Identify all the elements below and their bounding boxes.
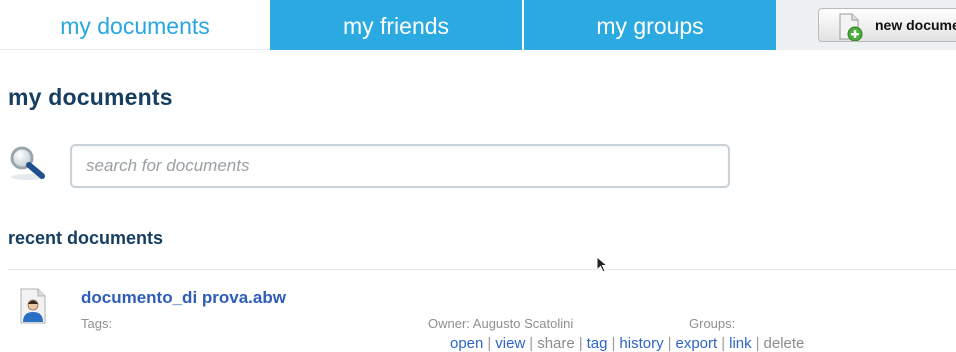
page-title: my documents [8,84,173,110]
document-owner: Owner: Augusto Scatolini [428,316,574,331]
action-separator: | [667,335,672,352]
action-separator: | [487,335,492,352]
document-actions: open | view | share | tag | history | export | link |… [450,335,804,352]
action-export-link[interactable]: export [676,335,718,352]
tab-my-documents[interactable]: my documents [0,0,270,50]
action-view-link[interactable]: view [495,335,525,352]
search-input[interactable] [86,152,706,180]
tab-my-groups[interactable]: my groups [524,0,776,50]
document-name-link[interactable]: documento_di prova.abw [81,288,286,308]
action-open-link[interactable]: open [450,335,483,352]
top-tab-bar: my documents my friends my groups new do… [0,0,956,50]
action-history-link[interactable]: history [619,335,663,352]
action-link-link[interactable]: link [729,335,752,352]
action-tag-link[interactable]: tag [587,335,608,352]
mouse-cursor-icon [596,256,609,273]
recent-documents-heading: recent documents [8,228,164,248]
document-tags: Tags: [81,316,113,331]
user-document-icon [20,288,46,324]
new-document-label: new document [875,17,956,33]
search-field [70,144,730,188]
action-separator: | [578,335,583,352]
action-separator: | [529,335,534,352]
action-separator: | [755,335,760,352]
new-document-icon [839,13,863,41]
action-delete-link[interactable]: delete [764,335,805,352]
tab-my-friends[interactable]: my friends [270,0,522,50]
section-divider [8,269,956,270]
action-separator: | [611,335,616,352]
new-document-button[interactable]: new document [818,8,956,42]
action-share-link[interactable]: share [537,335,575,352]
document-groups: Groups: [689,316,736,331]
action-separator: | [721,335,726,352]
magnifier-icon [10,146,45,180]
